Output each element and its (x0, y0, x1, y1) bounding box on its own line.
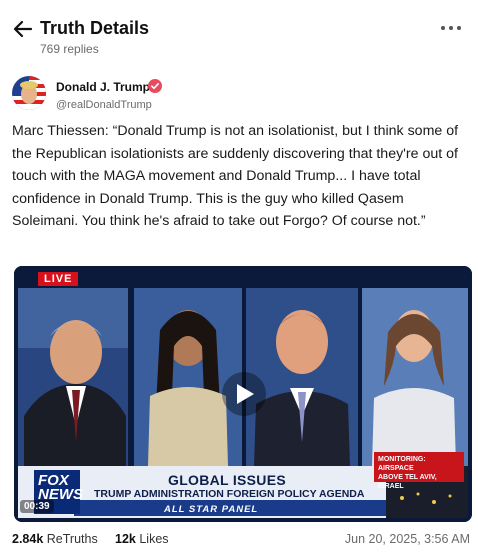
post-body: Marc Thiessen: “Donald Trump is not an i… (12, 123, 459, 229)
monitoring-line-1: MONITORING: AIRSPACE (378, 456, 426, 472)
monitoring-banner: MONITORING: AIRSPACE ABOVE TEL AVIV, ISR… (374, 452, 464, 490)
lower-third-panel: ALL STAR PANEL (164, 504, 259, 515)
play-icon (237, 384, 254, 404)
likes-count: 12k (115, 532, 136, 546)
lower-third-title: GLOBAL ISSUES (168, 472, 286, 488)
likes-stat[interactable]: 12k Likes (115, 532, 169, 546)
retruths-count: 2.84k (12, 532, 44, 546)
author-name[interactable]: Donald J. Trump (56, 80, 150, 94)
play-button[interactable] (222, 372, 266, 416)
post-footer: 2.84k ReTruths 12k Likes Jun 20, 2025, 3… (12, 530, 472, 550)
more-horizontal-icon[interactable] (440, 22, 462, 34)
author-handle[interactable]: @realDonaldTrump (56, 99, 152, 111)
retruths-label: ReTruths (46, 532, 98, 546)
likes-label: Likes (139, 532, 169, 546)
live-badge: LIVE (38, 272, 79, 286)
retruths-stat[interactable]: 2.84k ReTruths (12, 532, 98, 546)
network-logo-text: FOX NEWS (38, 472, 83, 503)
reply-count: 769 replies (40, 42, 99, 56)
page-title: Truth Details (40, 18, 150, 38)
monitoring-line-2: ABOVE TEL AVIV, ISRAEL (378, 474, 437, 490)
arrow-left-icon[interactable] (12, 18, 34, 40)
post-date: Jun 20, 2025, 3:56 AM (344, 532, 470, 546)
video-timestamp: 00:39 (20, 500, 54, 513)
lower-third-subtitle: TRUMP ADMINISTRATION FOREIGN POLICY AGEN… (94, 488, 365, 500)
post-author[interactable]: Donald J. Trump @realDonaldTrump (12, 76, 312, 116)
video-player[interactable]: LIVE FOX NEWS GLOBAL ISSUES TRUMP ADMINI… (14, 266, 472, 522)
verified-badge-icon (148, 79, 162, 93)
avatar[interactable] (12, 76, 46, 110)
page-header: Truth Details 769 replies (0, 0, 478, 64)
